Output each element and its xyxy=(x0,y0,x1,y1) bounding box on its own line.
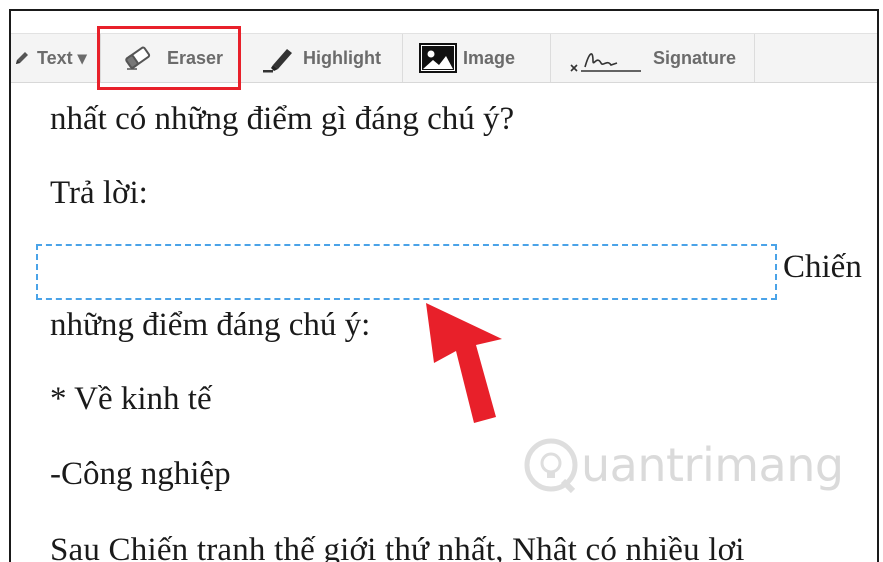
document-line: -Công nghiệp xyxy=(50,456,231,492)
highlight-tool-button[interactable]: Highlight xyxy=(241,34,403,82)
highlight-tool-label: Highlight xyxy=(303,47,381,68)
signature-tool-button[interactable]: Signature xyxy=(551,34,755,82)
editor-window: Text ▾ Eraser Highlight Image Signature … xyxy=(9,9,879,562)
watermark-text: uantrimang xyxy=(581,438,844,492)
eraser-icon xyxy=(123,45,153,71)
image-tool-button[interactable]: Image xyxy=(403,34,551,82)
signature-icon xyxy=(569,43,645,73)
quantrimang-logo-icon xyxy=(524,438,578,493)
document-line: nhất có những điểm gì đáng chú ý? xyxy=(50,101,515,137)
document-line: Sau Chiến tranh thế giới thứ nhất, Nhật … xyxy=(50,532,745,562)
document-line: Chiến xyxy=(783,249,862,285)
document-line: * Về kinh tế xyxy=(50,381,212,417)
highlighter-icon xyxy=(261,43,295,73)
text-tool-button[interactable]: Text ▾ xyxy=(11,34,101,82)
text-annotation-box[interactable] xyxy=(36,244,777,300)
document-page: nhất có những điểm gì đáng chú ý? Trả lờ… xyxy=(11,83,877,562)
signature-tool-label: Signature xyxy=(653,47,737,68)
eraser-tool-label: Eraser xyxy=(167,47,224,68)
toolbar: Text ▾ Eraser Highlight Image Signature xyxy=(11,33,877,83)
image-tool-label: Image xyxy=(463,47,516,68)
eraser-tool-button[interactable]: Eraser xyxy=(101,34,241,82)
image-icon xyxy=(419,43,457,73)
red-arrow-icon xyxy=(426,303,502,423)
text-tool-label: Text ▾ xyxy=(37,47,87,68)
document-line: những điểm đáng chú ý: xyxy=(50,307,371,343)
watermark: uantrimang xyxy=(523,437,844,493)
document-line: Trả lời: xyxy=(50,175,148,211)
pencil-icon xyxy=(13,49,31,67)
